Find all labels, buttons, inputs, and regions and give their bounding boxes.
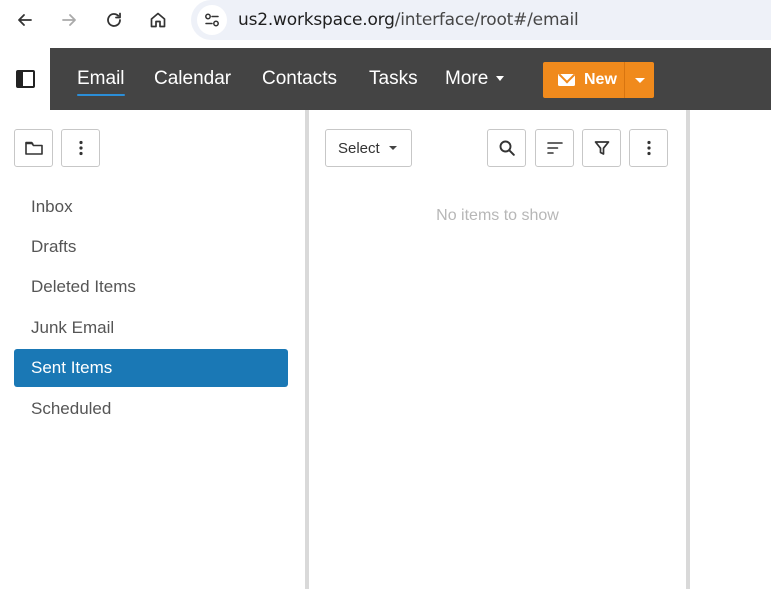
filter-icon	[594, 141, 609, 155]
folder-item-scheduled[interactable]: Scheduled	[14, 390, 288, 428]
folder-item-deleted-items[interactable]: Deleted Items	[14, 268, 288, 306]
sidebar-toggle-button[interactable]	[0, 48, 50, 110]
sort-button[interactable]	[535, 129, 574, 167]
forward-button[interactable]	[51, 6, 87, 34]
address-bar[interactable]: us2.workspace.org/interface/root#/email	[191, 0, 771, 40]
more-vertical-icon	[646, 140, 651, 156]
caret-down-icon	[496, 76, 505, 82]
url-path: /interface/root#/email	[394, 10, 579, 30]
select-dropdown[interactable]: Select	[325, 129, 412, 167]
folder-item-sent-items[interactable]: Sent Items	[14, 349, 288, 387]
message-list-pane: Select No items to show	[309, 110, 686, 589]
folder-item-junk-email[interactable]: Junk Email	[14, 309, 288, 347]
folder-icon	[24, 141, 43, 155]
back-arrow-icon	[18, 14, 32, 26]
nav-tasks[interactable]: Tasks	[369, 68, 418, 90]
new-dropdown-button[interactable]	[624, 62, 654, 98]
url-text[interactable]: us2.workspace.org/interface/root#/email	[238, 10, 579, 30]
folder-button[interactable]	[14, 129, 53, 167]
home-icon	[150, 12, 166, 28]
nav-email[interactable]: Email	[77, 68, 125, 96]
tune-icon	[205, 13, 219, 27]
search-icon	[499, 140, 515, 156]
reload-icon	[107, 12, 121, 27]
caret-down-icon	[634, 77, 645, 83]
browser-toolbar: us2.workspace.org/interface/root#/email	[0, 0, 771, 48]
new-button[interactable]: New	[543, 62, 624, 98]
reload-button[interactable]	[96, 6, 132, 34]
folder-pane: Inbox Drafts Deleted Items Junk Email Se…	[0, 110, 305, 589]
nav-contacts[interactable]: Contacts	[262, 68, 337, 90]
sidebar-toggle-icon	[15, 70, 35, 88]
site-info-button[interactable]	[197, 5, 227, 35]
nav-more[interactable]: More	[445, 68, 505, 90]
home-button[interactable]	[140, 6, 176, 34]
folder-item-drafts[interactable]: Drafts	[14, 228, 288, 266]
search-button[interactable]	[487, 129, 526, 167]
envelope-icon	[558, 74, 575, 86]
forward-arrow-icon	[62, 14, 76, 26]
folder-item-inbox[interactable]: Inbox	[14, 188, 288, 226]
nav-more-label: More	[445, 68, 489, 89]
sort-icon	[546, 142, 563, 154]
caret-down-icon	[388, 146, 397, 150]
reading-pane	[690, 110, 771, 589]
new-button-group: New	[543, 62, 654, 98]
empty-list-message: No items to show	[436, 207, 559, 224]
nav-calendar[interactable]: Calendar	[154, 68, 231, 90]
more-vertical-icon	[78, 140, 83, 156]
select-label: Select	[338, 139, 380, 157]
back-button[interactable]	[7, 6, 43, 34]
folder-options-button[interactable]	[61, 129, 100, 167]
list-options-button[interactable]	[629, 129, 668, 167]
new-button-label: New	[584, 71, 617, 88]
app-header: Email Calendar Contacts Tasks More New	[0, 48, 771, 110]
url-host: us2.workspace.org	[238, 10, 395, 30]
filter-button[interactable]	[582, 129, 621, 167]
